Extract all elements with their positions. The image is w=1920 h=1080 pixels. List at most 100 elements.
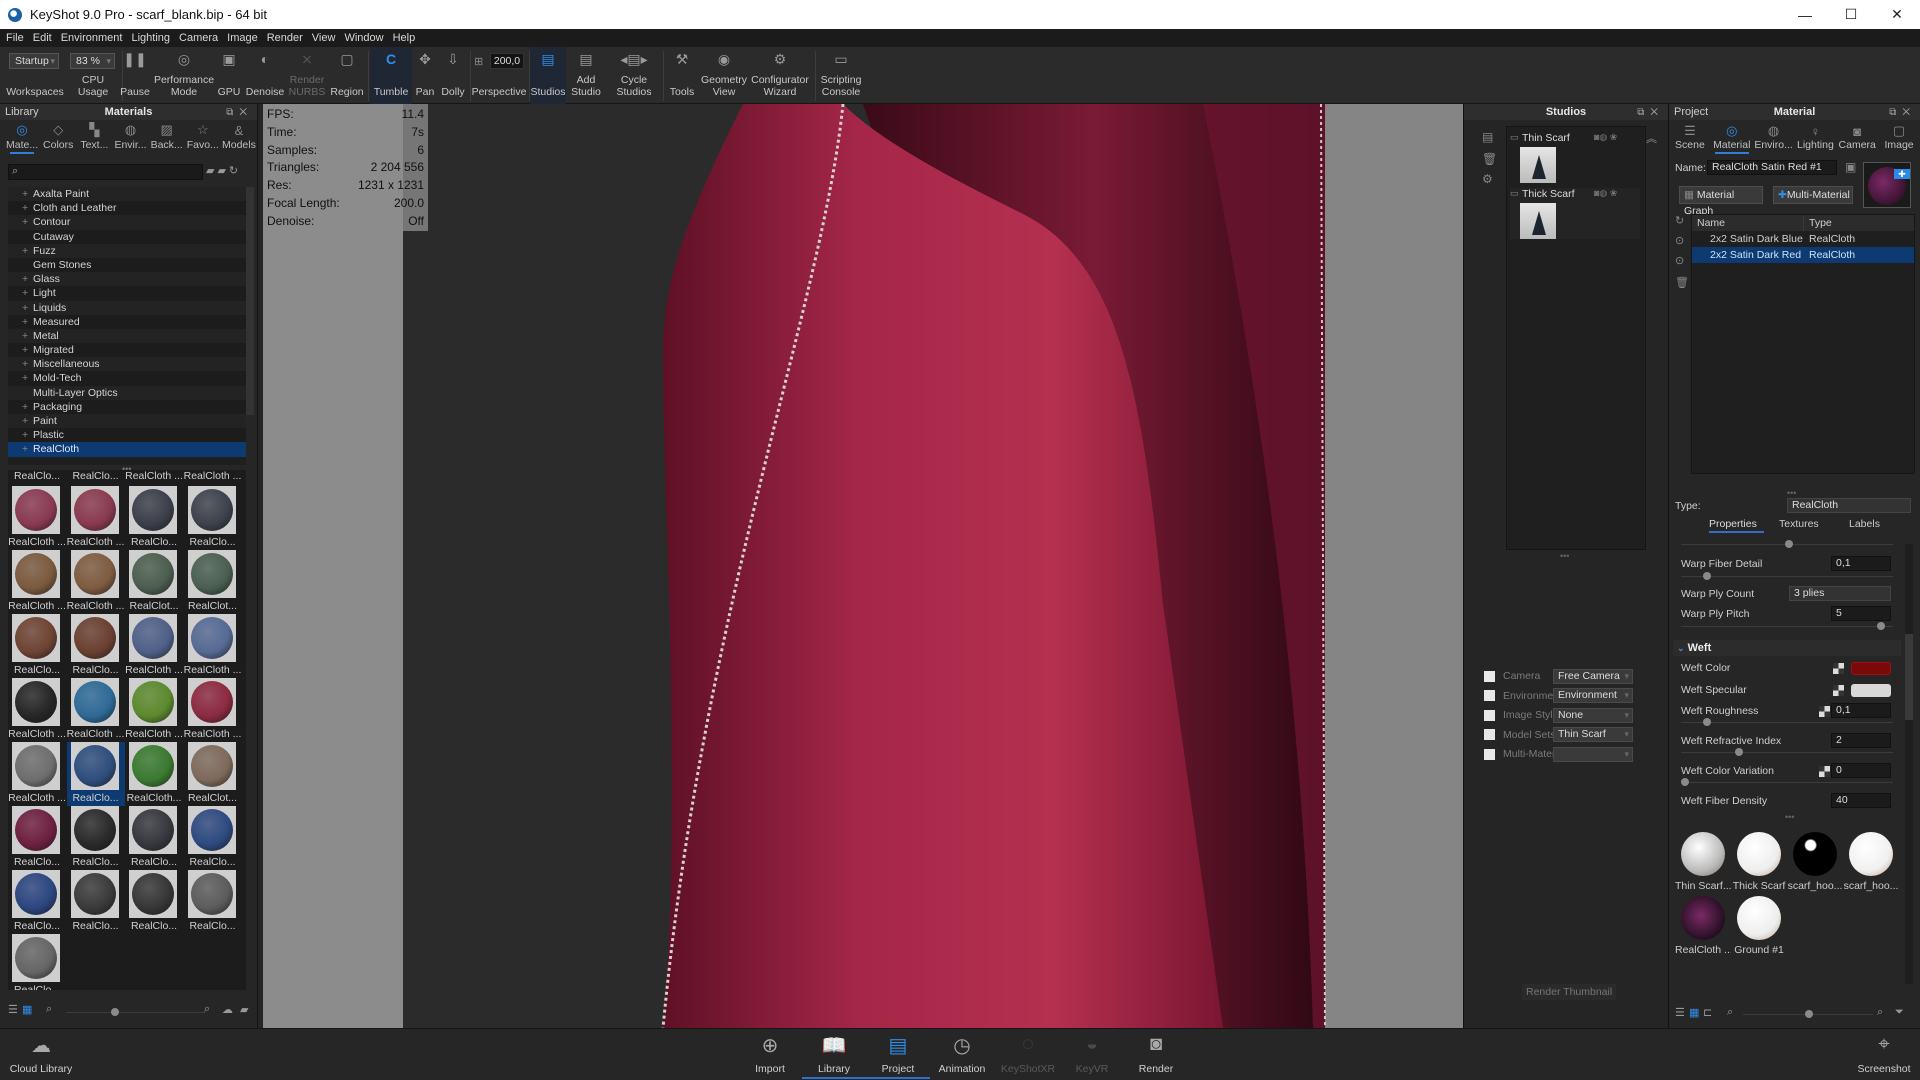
weft-roughness-slider[interactable] (1681, 718, 1893, 726)
subtab-properties[interactable]: Properties (1709, 518, 1757, 530)
add-studio-icon[interactable]: ▤ (1482, 130, 1493, 144)
zoom-out-icon[interactable]: ⌕ (46, 1003, 52, 1016)
menu-help[interactable]: Help (393, 32, 416, 44)
maximize-button[interactable]: ☐ (1828, 0, 1874, 29)
subtab-textures[interactable]: Textures (1779, 518, 1819, 530)
expand-icon[interactable]: + (22, 315, 28, 329)
gpu-button[interactable]: ▣ GPU (216, 47, 242, 104)
list-view-icon[interactable]: ☰ (1675, 1006, 1685, 1019)
material-thumbnail[interactable]: RealClo... (8, 614, 66, 678)
material-thumbnail[interactable]: RealClo... (8, 870, 66, 934)
material-thumbnail[interactable]: RealClot... (125, 550, 183, 614)
render-button[interactable]: ◙ Render (1124, 1029, 1188, 1079)
warp-ply-count-select[interactable]: 3 plies (1789, 586, 1891, 601)
material-thumbnail[interactable]: RealClo... (8, 934, 66, 990)
expand-icon[interactable]: + (22, 244, 28, 258)
studio-setting-select[interactable] (1553, 746, 1633, 762)
save-material-icon[interactable]: ▣ (1845, 160, 1856, 174)
material-thumbnail[interactable]: RealClot... (184, 550, 242, 614)
slider-knob[interactable] (1735, 748, 1743, 756)
thumbnail-size-slider[interactable] (66, 1008, 206, 1016)
studio-item[interactable]: Thick Scarf ◙◍ ❀ (1510, 188, 1640, 239)
tree-item[interactable]: Cutaway (8, 229, 246, 244)
studio-setting-select[interactable]: Thin Scarf (1553, 727, 1633, 742)
tab-colors[interactable]: ◇ Colors (40, 120, 76, 154)
tree-item[interactable]: + Measured (8, 314, 246, 329)
studio-setting-checkbox[interactable] (1484, 748, 1495, 760)
material-thumbnail[interactable]: RealClo... (66, 742, 125, 806)
material-thumbnail[interactable]: RealClo... (8, 806, 66, 870)
expand-icon[interactable]: + (22, 286, 28, 300)
tree-item[interactable]: + Axalta Paint (8, 187, 246, 202)
weft-roughness-input[interactable]: 0,1 (1831, 703, 1891, 718)
tab-lighting[interactable]: ♀ Lighting (1794, 120, 1836, 154)
cycle-studios-button[interactable]: ◂▤▸ Cycle Studios (610, 47, 658, 104)
weft-color-variation-slider[interactable] (1681, 778, 1893, 786)
unlink-icon[interactable]: ⊙ (1675, 254, 1684, 267)
weft-color-swatch[interactable] (1851, 662, 1891, 675)
expand-icon[interactable]: + (22, 329, 28, 343)
expand-icon[interactable]: + (22, 343, 28, 357)
tab-scene[interactable]: ☰ Scene (1669, 120, 1711, 154)
project-material-ball[interactable] (1793, 832, 1837, 876)
tree-item[interactable]: + Liquids (8, 300, 246, 315)
cloud-download-icon[interactable]: ☁ (222, 1003, 233, 1016)
zoom-out-icon[interactable]: ⌕ (1727, 1006, 1733, 1019)
material-name-input[interactable]: RealCloth Satin Red #1 (1707, 160, 1837, 175)
material-list-row[interactable]: 2x2 Satin Dark Red RealCloth (1692, 247, 1914, 263)
tree-item[interactable]: Gem Stones (8, 257, 246, 273)
tumble-button[interactable]: C Tumble (370, 47, 412, 104)
menu-environment[interactable]: Environment (61, 32, 123, 44)
material-thumbnail[interactable]: RealCloth ... (8, 678, 66, 742)
render-viewport[interactable]: FPS: 11.4 Time: 7s Samples: 6 Triangles: 2 204 … (263, 104, 1463, 1028)
menu-lighting[interactable]: Lighting (131, 32, 170, 44)
slider[interactable] (1681, 540, 1893, 548)
studios-button[interactable]: ▤ Studios (530, 47, 566, 104)
collapse-up-icon[interactable]: ︽ (1646, 130, 1657, 146)
material-thumbnail[interactable]: RealClo... (184, 806, 242, 870)
configurator-wizard-button[interactable]: ⚙ Configurator Wizard (750, 47, 810, 104)
project-material-ball[interactable] (1681, 832, 1725, 876)
material-thumbnail[interactable]: RealCloth ... (8, 742, 66, 806)
trash-icon[interactable]: 🗑 (1675, 276, 1689, 289)
material-thumbnail[interactable]: RealClo... (8, 470, 66, 484)
tree-item[interactable]: + Contour (8, 215, 246, 230)
tab-favorites[interactable]: ☆ Favo... (185, 120, 221, 154)
trash-icon[interactable]: 🗑 (1482, 152, 1497, 166)
material-thumbnail[interactable]: RealClo... (125, 870, 183, 934)
material-thumbnail[interactable]: RealCloth ... (125, 614, 183, 678)
menu-view[interactable]: View (312, 32, 336, 44)
tree-item[interactable]: Multi-Layer Optics (8, 385, 246, 400)
dolly-button[interactable]: ⇩ Dolly (438, 47, 468, 104)
warp-ply-pitch-input[interactable]: 5 (1831, 606, 1891, 621)
slider-knob[interactable] (1785, 540, 1793, 548)
material-thumbnail[interactable]: RealClo... (184, 486, 242, 550)
material-thumbnail[interactable]: RealClo... (67, 614, 125, 678)
panel-controls[interactable]: ⧉✕ (1889, 107, 1916, 118)
material-thumbnail[interactable]: RealCloth ... (67, 486, 125, 550)
column-type[interactable]: Type (1804, 215, 1832, 231)
gear-icon[interactable]: ⚙ (1482, 172, 1493, 186)
slider-knob[interactable] (1681, 778, 1689, 786)
tab-backplates[interactable]: ▨ Back... (149, 120, 185, 154)
texture-map-icon[interactable] (1833, 663, 1844, 674)
material-thumbnail[interactable]: RealClo... (125, 486, 183, 550)
studio-setting-checkbox[interactable] (1484, 709, 1495, 721)
material-thumbnail[interactable]: RealClo... (67, 870, 125, 934)
tree-item[interactable]: + Plastic (8, 428, 246, 443)
expand-icon[interactable]: + (22, 272, 28, 286)
material-thumbnail[interactable]: RealClot... (184, 742, 242, 806)
keyshotxr-button[interactable]: ◌ KeyShotXR (996, 1029, 1060, 1079)
menu-camera[interactable]: Camera (179, 32, 218, 44)
menu-file[interactable]: File (6, 32, 24, 44)
tab-textures[interactable]: ▚ Text... (76, 120, 112, 154)
material-thumbnail[interactable]: RealCloth ... (8, 486, 66, 550)
screenshot-button[interactable]: ⌖ Screenshot (1852, 1029, 1916, 1079)
scripting-console-button[interactable]: ▭ Scripting Console (816, 47, 866, 104)
pan-button[interactable]: ✥ Pan (412, 47, 438, 104)
material-thumbnail[interactable]: RealCloth ... (67, 678, 125, 742)
tree-item[interactable]: + Miscellaneous (8, 357, 246, 372)
warp-fiber-detail-input[interactable]: 0,1 (1831, 556, 1891, 571)
warp-fiber-detail-slider[interactable] (1681, 572, 1893, 580)
studio-setting-select[interactable]: Free Camera (1553, 668, 1633, 684)
